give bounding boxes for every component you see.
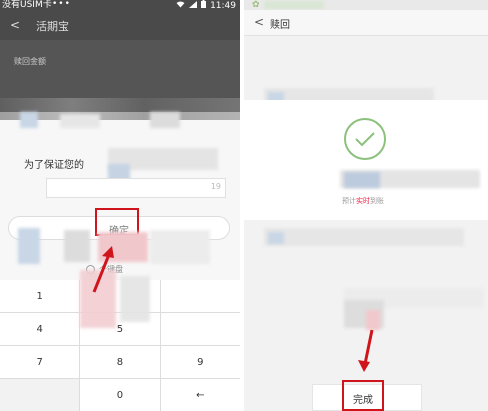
key-1[interactable]: 1 [0,280,80,312]
password-sheet: 为了保证您的 19 确定 个键盘 1 4 5 7 8 9 0 [0,112,240,411]
key-blank [0,379,80,411]
password-input[interactable]: 19 [46,178,226,198]
estimate-highlight: 实时 [356,197,370,205]
key-9[interactable]: 9 [160,346,240,378]
blur-patch [264,1,324,9]
page-title: 活期宝 [36,20,69,33]
signal-icon [189,0,198,11]
result-card: 预计实时到账 [244,100,488,220]
red-arrow-icon [92,246,114,293]
input-suffix: 19 [210,182,221,191]
blur-patch [344,172,380,188]
status-bar: 没有USIM卡 ••• 11:49 [0,0,240,11]
clock: 11:49 [210,0,236,11]
app-header-dimmed: < 活期宝 [0,10,240,40]
estimate-suffix: 到账 [370,197,384,205]
status-bar: ✿ [244,0,488,10]
blur-patch [60,114,100,128]
blur-patch [366,310,380,330]
estimate-prefix: 预计 [342,197,356,205]
blur-patch [20,112,38,128]
blur-patch [268,232,284,244]
security-prompt: 为了保证您的 [24,160,84,171]
key-3[interactable] [160,280,240,312]
key-0[interactable]: 0 [80,379,160,411]
success-check-icon [344,118,386,160]
app-header: < 赎回 [244,10,488,36]
carrier-text: 没有USIM卡 [2,0,52,10]
key-backspace[interactable]: ← [160,379,240,411]
key-8[interactable]: 8 [80,346,160,378]
back-button[interactable]: < [10,18,20,32]
right-phone-screen: ✿ < 赎回 预计实时到账 完成 [244,0,488,411]
blur-patch [120,276,150,322]
page-title: 赎回 [270,20,290,31]
back-button[interactable]: < [254,15,264,29]
blur-patch [18,228,40,264]
arrival-estimate: 预计实时到账 [342,196,384,206]
redeem-amount-label: 赎回金额 [14,57,46,66]
key-6[interactable] [160,313,240,345]
gear-icon: ✿ [252,0,260,10]
blur-patch [150,112,180,128]
blur-patch [150,230,210,264]
key-4[interactable]: 4 [0,313,80,345]
done-highlight-box [342,380,384,411]
key-7[interactable]: 7 [0,346,80,378]
blur-patch [264,228,464,246]
blur-patch [64,230,90,262]
red-arrow-icon [358,329,374,372]
notification-dots: ••• [52,0,71,9]
wifi-icon [176,1,185,11]
left-phone-screen: 没有USIM卡 ••• 11:49 < 活期宝 赎回金额 为了保证您的 19 1… [0,0,240,411]
